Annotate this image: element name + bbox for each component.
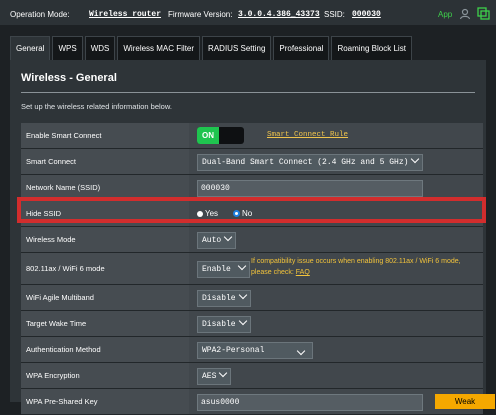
table-row: WPA Encryption AES [21,363,483,389]
select-value: Dual-Band Smart Connect (2.4 GHz and 5 G… [202,158,409,167]
row-label: 802.11ax / WiFi 6 mode [21,253,189,284]
top-status-bar: Operation Mode: Wireless router Firmware… [0,0,496,25]
select-value: Disable [202,320,236,329]
row-label: Enable Smart Connect [21,123,189,148]
row-label: Authentication Method [21,337,189,362]
user-icon[interactable] [459,8,471,20]
table-row: Enable Smart Connect ON Smart Connect Ru… [21,123,483,149]
chevron-down-icon [411,154,420,164]
table-row: Smart Connect Dual-Band Smart Connect (2… [21,149,483,175]
wpa-encryption-select[interactable]: AES [197,368,232,385]
agile-multiband-select[interactable]: Disable [197,290,251,307]
table-row: WiFi Agile Multiband Disable [21,285,483,311]
settings-panel: Wireless - General Set up the wireless r… [10,60,495,415]
chevron-down-icon [219,368,228,378]
ssid-label: SSID: [324,10,345,19]
chevron-down-icon [223,232,233,242]
smart-connect-rule-link[interactable]: Smart Connect Rule [267,131,348,139]
table-row: Authentication Method WPA2-Personal [21,337,483,363]
toggle-on-label: ON [197,127,219,144]
target-wake-time-select[interactable]: Disable [197,316,251,333]
wireless-mode-select[interactable]: Auto [197,232,237,249]
hide-ssid-highlight-box [17,197,486,223]
app-link[interactable]: App [438,10,452,19]
tab-wps[interactable]: WPS [52,36,83,60]
ax-mode-select[interactable]: Enable [197,261,250,278]
select-value: Disable [202,294,236,303]
chevron-down-icon [238,290,247,300]
row-label: Smart Connect [21,149,189,174]
psk-input[interactable]: asus0000 [197,394,423,411]
tab-radius-setting[interactable]: RADIUS Setting [202,36,272,60]
table-row: Target Wake Time Disable [21,311,483,337]
chevron-down-icon [296,346,306,356]
row-label: WiFi Agile Multiband [21,285,189,310]
tab-professional[interactable]: Professional [273,36,330,60]
row-label: Wireless Mode [21,227,189,252]
table-row: Wireless Mode Auto [21,227,483,253]
chevron-down-icon [237,261,247,271]
tab-roaming-block-list[interactable]: Roaming Block List [331,36,412,60]
tab-wds[interactable]: WDS [84,36,116,60]
table-row: 802.11ax / WiFi 6 mode Enable If compati… [21,253,483,285]
tab-general[interactable]: General [10,36,51,60]
select-value: AES [202,372,217,381]
operation-mode-link[interactable]: Wireless router [89,10,161,19]
ssid-input[interactable]: 000030 [197,180,423,197]
select-value: WPA2-Personal [202,346,265,355]
page-description: Set up the wireless related information … [21,102,172,111]
select-value: Auto [202,236,222,245]
firmware-version-link[interactable]: 3.0.0.4.386_43373 [238,10,320,19]
authentication-method-select[interactable]: WPA2-Personal [197,342,313,359]
faq-link[interactable]: FAQ [296,269,310,276]
firmware-label: Firmware Version: [168,10,233,19]
warning-text: If compatibility issue occurs when enabl… [251,258,461,276]
row-label: Target Wake Time [21,311,189,336]
tab-wireless-mac-filter[interactable]: Wireless MAC Filter [117,36,201,60]
divider [21,92,475,93]
select-value: Enable [202,265,231,274]
tab-bar: General WPS WDS Wireless MAC Filter RADI… [10,36,414,60]
smart-connect-toggle[interactable]: ON [197,127,244,144]
copy-icon[interactable] [477,7,490,20]
compatibility-warning: If compatibility issue occurs when enabl… [251,256,481,278]
operation-mode-label: Operation Mode: [10,10,70,19]
settings-table: Enable Smart Connect ON Smart Connect Ru… [21,123,495,415]
table-row: WPA Pre-Shared Key asus0000 Weak [21,389,495,415]
smart-connect-select[interactable]: Dual-Band Smart Connect (2.4 GHz and 5 G… [197,154,424,171]
chevron-down-icon [238,316,247,326]
page-title: Wireless - General [21,72,117,84]
ssid-link[interactable]: 000030 [352,10,381,19]
row-label: WPA Encryption [21,363,189,388]
